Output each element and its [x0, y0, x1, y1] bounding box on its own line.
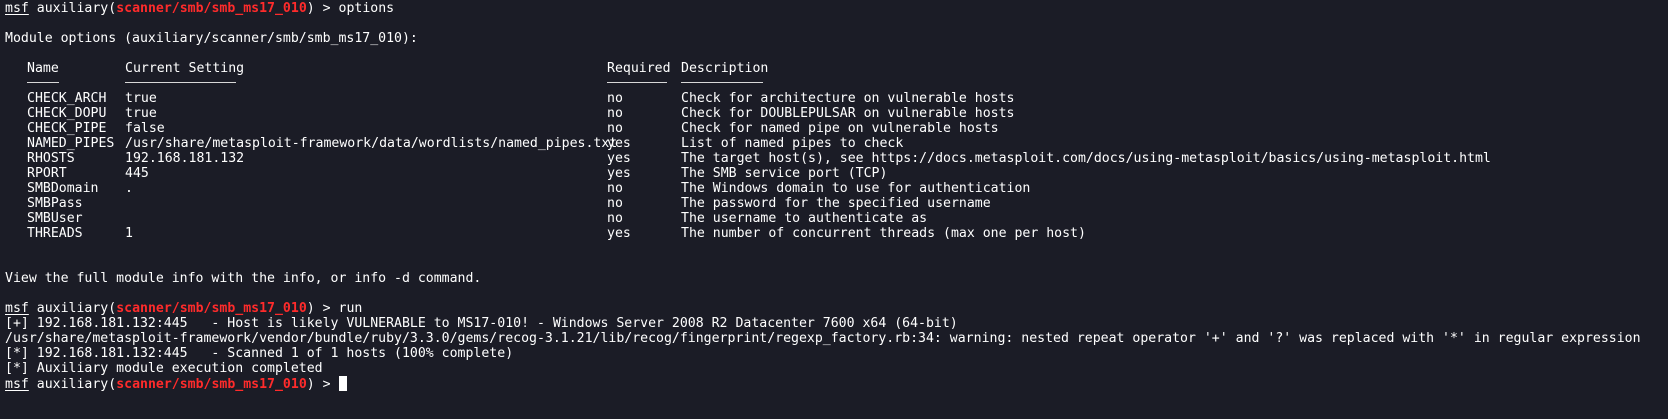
table-row-required: no [607, 91, 623, 106]
table-row-required: yes [607, 136, 631, 151]
prompt-close: ) > [306, 301, 339, 316]
table-row-required: no [607, 211, 623, 226]
table-row-setting: true [125, 106, 157, 121]
table-row-setting: false [125, 121, 165, 136]
table-row-setting: 192.168.181.132 [125, 151, 245, 166]
table-row-name: SMBUser [27, 211, 83, 226]
module-options-heading: Module options (auxiliary/scanner/smb/sm… [5, 31, 418, 46]
output-line: /usr/share/metasploit-framework/vendor/b… [5, 331, 1641, 346]
prompt-line-options: msf auxiliary(scanner/smb/smb_ms17_010) … [5, 1, 394, 17]
header-name: Name [27, 61, 59, 76]
table-row-description: The target host(s), see https://docs.met… [681, 151, 1491, 166]
header-current-setting: Current Setting [125, 61, 245, 76]
header-required-rule [607, 82, 667, 83]
table-row-name: CHECK_DOPU [27, 106, 107, 121]
table-row-name: CHECK_ARCH [27, 91, 107, 106]
prompt-module-path: scanner/smb/smb_ms17_010 [116, 1, 307, 16]
header-current-setting-rule [125, 82, 236, 83]
prompt-module-type: auxiliary [36, 1, 109, 16]
table-row-description: Check for architecture on vulnerable hos… [681, 91, 1015, 106]
table-row-name: THREADS [27, 226, 83, 241]
header-description-rule [681, 82, 763, 83]
table-row-required: no [607, 181, 623, 196]
table-row-name: CHECK_PIPE [27, 121, 107, 136]
table-row-setting: 1 [125, 226, 133, 241]
output-line: [*] 192.168.181.132:445 - Scanned 1 of 1… [5, 346, 514, 361]
msf-prompt-label: msf [5, 301, 29, 316]
table-row-required: no [607, 121, 623, 136]
table-row-name: RHOSTS [27, 151, 75, 166]
command-text: options [338, 1, 395, 16]
table-row-required: no [607, 106, 623, 121]
terminal-cursor[interactable] [338, 376, 347, 391]
prompt-module-path: scanner/smb/smb_ms17_010 [116, 301, 307, 316]
table-row-setting: . [125, 181, 133, 196]
table-row-name: RPORT [27, 166, 67, 181]
table-row-name: NAMED_PIPES [27, 136, 115, 151]
prompt-close: ) > [306, 377, 339, 392]
prompt-line-run: msf auxiliary(scanner/smb/smb_ms17_010) … [5, 301, 362, 317]
header-description: Description [681, 61, 769, 76]
module-info-hint: View the full module info with the info,… [5, 271, 482, 286]
table-row-description: The SMB service port (TCP) [681, 166, 888, 181]
table-row-required: yes [607, 151, 631, 166]
prompt-line-active[interactable]: msf auxiliary(scanner/smb/smb_ms17_010) … [5, 376, 347, 392]
table-row-name: SMBPass [27, 196, 83, 211]
prompt-close: ) > [306, 1, 339, 16]
table-row-description: The password for the specified username [681, 196, 991, 211]
command-text: run [338, 301, 363, 316]
prompt-module-type: auxiliary [36, 301, 109, 316]
table-row-setting: 445 [125, 166, 149, 181]
table-row-description: The username to authenticate as [681, 211, 928, 226]
prompt-paren: ( [108, 1, 117, 16]
output-line: [*] Auxiliary module execution completed [5, 361, 323, 376]
header-name-rule [27, 82, 59, 83]
table-row-required: no [607, 196, 623, 211]
table-row-name: SMBDomain [27, 181, 99, 196]
table-row-description: Check for DOUBLEPULSAR on vulnerable hos… [681, 106, 1015, 121]
terminal-window[interactable]: msf auxiliary(scanner/smb/smb_ms17_010) … [0, 0, 1668, 419]
table-row-description: Check for named pipe on vulnerable hosts [681, 121, 999, 136]
table-row-required: yes [607, 226, 631, 241]
prompt-paren: ( [108, 377, 117, 392]
header-required: Required [607, 61, 671, 76]
prompt-module-path: scanner/smb/smb_ms17_010 [116, 377, 307, 392]
prompt-module-type: auxiliary [36, 377, 109, 392]
table-row-required: yes [607, 166, 631, 181]
msf-prompt-label: msf [5, 377, 29, 392]
msf-prompt-label: msf [5, 1, 29, 16]
table-row-description: The Windows domain to use for authentica… [681, 181, 1031, 196]
table-row-description: The number of concurrent threads (max on… [681, 226, 1086, 241]
table-row-setting: true [125, 91, 157, 106]
table-row-description: List of named pipes to check [681, 136, 904, 151]
output-line: [+] 192.168.181.132:445 - Host is likely… [5, 316, 958, 331]
prompt-paren: ( [108, 301, 117, 316]
table-row-setting: /usr/share/metasploit-framework/data/wor… [125, 136, 618, 151]
